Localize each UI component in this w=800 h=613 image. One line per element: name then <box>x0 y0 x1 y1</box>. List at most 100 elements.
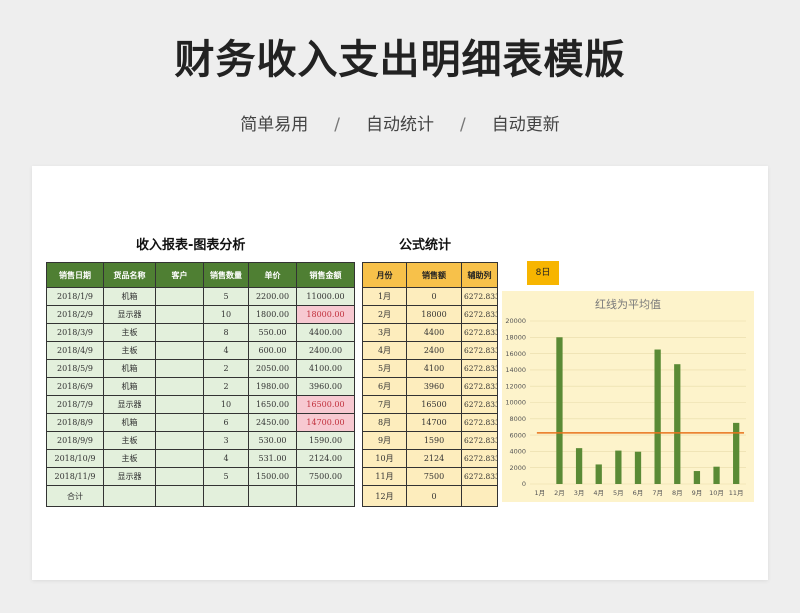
item-name-cell[interactable]: 机箱 <box>103 413 156 432</box>
month-cell[interactable]: 11月 <box>362 467 407 486</box>
amount-cell[interactable]: 7500.00 <box>296 467 355 486</box>
customer-cell[interactable] <box>155 467 204 486</box>
amount-cell[interactable]: 18000.00 <box>296 305 355 324</box>
amount-cell[interactable]: 2400.00 <box>296 341 355 360</box>
item-name-cell[interactable]: 机箱 <box>103 359 156 378</box>
sale-date-cell[interactable]: 2018/4/9 <box>46 341 104 360</box>
quantity-cell[interactable]: 2 <box>203 359 249 378</box>
month-cell[interactable]: 8月 <box>362 413 407 432</box>
total-empty-cell[interactable] <box>155 485 204 507</box>
amount-cell[interactable]: 2124.00 <box>296 449 355 468</box>
sales-cell[interactable]: 7500 <box>406 467 462 486</box>
month-cell[interactable]: 3月 <box>362 323 407 342</box>
sales-cell[interactable]: 4400 <box>406 323 462 342</box>
unit-price-cell[interactable]: 530.00 <box>248 431 297 450</box>
unit-price-cell[interactable]: 600.00 <box>248 341 297 360</box>
aux-cell[interactable]: 6272.833 <box>461 395 498 414</box>
quantity-cell[interactable]: 4 <box>203 341 249 360</box>
unit-price-cell[interactable]: 1500.00 <box>248 467 297 486</box>
amount-cell[interactable]: 4400.00 <box>296 323 355 342</box>
aux-cell[interactable]: 6272.833 <box>461 377 498 396</box>
sale-date-cell[interactable]: 2018/9/9 <box>46 431 104 450</box>
sales-cell[interactable]: 2400 <box>406 341 462 360</box>
quantity-cell[interactable]: 5 <box>203 287 249 306</box>
sale-date-cell[interactable]: 2018/10/9 <box>46 449 104 468</box>
quantity-cell[interactable]: 6 <box>203 413 249 432</box>
amount-cell[interactable]: 4100.00 <box>296 359 355 378</box>
item-name-cell[interactable]: 显示器 <box>103 305 156 324</box>
sales-cell[interactable]: 1590 <box>406 431 462 450</box>
month-cell[interactable]: 12月 <box>362 485 407 507</box>
aux-cell[interactable]: 6272.833 <box>461 449 498 468</box>
amount-cell[interactable]: 16500.00 <box>296 395 355 414</box>
item-name-cell[interactable]: 显示器 <box>103 395 156 414</box>
sales-cell[interactable]: 2124 <box>406 449 462 468</box>
sale-date-cell[interactable]: 2018/1/9 <box>46 287 104 306</box>
quantity-cell[interactable]: 4 <box>203 449 249 468</box>
month-cell[interactable]: 2月 <box>362 305 407 324</box>
customer-cell[interactable] <box>155 287 204 306</box>
customer-cell[interactable] <box>155 305 204 324</box>
item-name-cell[interactable]: 主板 <box>103 341 156 360</box>
sale-date-cell[interactable]: 2018/7/9 <box>46 395 104 414</box>
unit-price-cell[interactable]: 531.00 <box>248 449 297 468</box>
total-label-cell[interactable]: 合计 <box>46 485 104 507</box>
customer-cell[interactable] <box>155 413 204 432</box>
unit-price-cell[interactable]: 2450.00 <box>248 413 297 432</box>
item-name-cell[interactable]: 主板 <box>103 323 156 342</box>
customer-cell[interactable] <box>155 431 204 450</box>
aux-cell[interactable]: 6272.833 <box>461 341 498 360</box>
amount-cell[interactable]: 11000.00 <box>296 287 355 306</box>
month-badge[interactable]: 8日 <box>527 261 559 285</box>
total-empty-cell[interactable] <box>103 485 156 507</box>
item-name-cell[interactable]: 机箱 <box>103 287 156 306</box>
month-cell[interactable]: 5月 <box>362 359 407 378</box>
item-name-cell[interactable]: 主板 <box>103 449 156 468</box>
month-cell[interactable]: 7月 <box>362 395 407 414</box>
sale-date-cell[interactable]: 2018/3/9 <box>46 323 104 342</box>
total-empty-cell[interactable] <box>296 485 355 507</box>
customer-cell[interactable] <box>155 341 204 360</box>
aux-cell[interactable]: 6272.833 <box>461 359 498 378</box>
aux-cell[interactable]: 6272.833 <box>461 467 498 486</box>
aux-cell[interactable]: 6272.833 <box>461 431 498 450</box>
customer-cell[interactable] <box>155 395 204 414</box>
sales-cell[interactable]: 16500 <box>406 395 462 414</box>
month-cell[interactable]: 1月 <box>362 287 407 306</box>
customer-cell[interactable] <box>155 323 204 342</box>
quantity-cell[interactable]: 10 <box>203 395 249 414</box>
month-cell[interactable]: 9月 <box>362 431 407 450</box>
item-name-cell[interactable]: 机箱 <box>103 377 156 396</box>
sales-cell[interactable]: 3960 <box>406 377 462 396</box>
sale-date-cell[interactable]: 2018/11/9 <box>46 467 104 486</box>
quantity-cell[interactable]: 8 <box>203 323 249 342</box>
sale-date-cell[interactable]: 2018/8/9 <box>46 413 104 432</box>
unit-price-cell[interactable]: 1800.00 <box>248 305 297 324</box>
unit-price-cell[interactable]: 550.00 <box>248 323 297 342</box>
customer-cell[interactable] <box>155 449 204 468</box>
item-name-cell[interactable]: 显示器 <box>103 467 156 486</box>
sales-cell[interactable]: 0 <box>406 287 462 306</box>
sale-date-cell[interactable]: 2018/2/9 <box>46 305 104 324</box>
sales-cell[interactable]: 0 <box>406 485 462 507</box>
unit-price-cell[interactable]: 2050.00 <box>248 359 297 378</box>
aux-cell[interactable]: 6272.833 <box>461 413 498 432</box>
customer-cell[interactable] <box>155 359 204 378</box>
amount-cell[interactable]: 3960.00 <box>296 377 355 396</box>
aux-cell[interactable] <box>461 485 498 507</box>
quantity-cell[interactable]: 3 <box>203 431 249 450</box>
unit-price-cell[interactable]: 2200.00 <box>248 287 297 306</box>
sales-cell[interactable]: 14700 <box>406 413 462 432</box>
quantity-cell[interactable]: 5 <box>203 467 249 486</box>
total-empty-cell[interactable] <box>203 485 249 507</box>
unit-price-cell[interactable]: 1980.00 <box>248 377 297 396</box>
sale-date-cell[interactable]: 2018/5/9 <box>46 359 104 378</box>
sales-cell[interactable]: 4100 <box>406 359 462 378</box>
sales-cell[interactable]: 18000 <box>406 305 462 324</box>
total-empty-cell[interactable] <box>248 485 297 507</box>
quantity-cell[interactable]: 2 <box>203 377 249 396</box>
item-name-cell[interactable]: 主板 <box>103 431 156 450</box>
amount-cell[interactable]: 14700.00 <box>296 413 355 432</box>
aux-cell[interactable]: 6272.833 <box>461 323 498 342</box>
sale-date-cell[interactable]: 2018/6/9 <box>46 377 104 396</box>
